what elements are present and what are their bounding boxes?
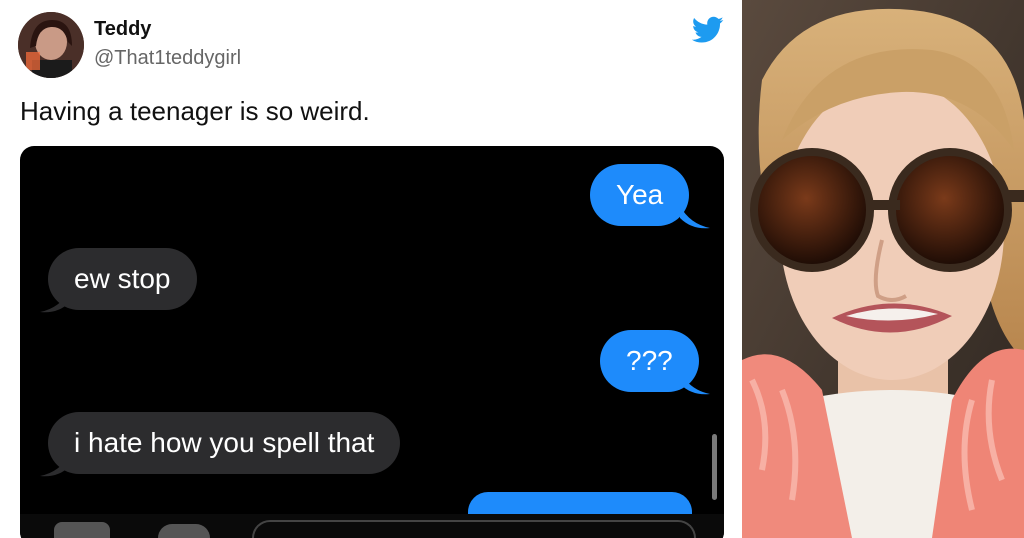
app-store-icon[interactable] [158,524,210,538]
bubble-tail [680,206,710,229]
message-text: ew stop [74,263,171,294]
message-bubble-incoming: i hate how you spell that [48,412,401,474]
scrollbar[interactable] [712,434,717,500]
imessage-screenshot: Yea ew stop ??? i hate how you spell tha… [20,146,724,538]
message-bubble-outgoing: Yea [590,164,690,226]
bubble-tail [40,290,70,313]
tweet-text: Having a teenager is so weird. [20,96,370,126]
author-handle[interactable]: @That1teddygirl [94,47,241,70]
twitter-bird-icon[interactable] [691,16,724,44]
message-input-bar [20,514,724,538]
bubble-tail [680,372,710,395]
message-bubble-incoming: ew stop [48,248,197,310]
tweet-card: Teddy @That1teddygirl Having a teenager … [0,0,738,538]
author-avatar[interactable] [18,12,84,78]
message-text: ??? [626,345,673,376]
reaction-photo [742,0,1024,538]
message-text: i hate how you spell that [74,427,375,458]
message-text: Yea [616,179,664,210]
author-name[interactable]: Teddy [94,18,151,41]
camera-icon[interactable] [54,522,110,538]
message-input-field[interactable] [252,520,696,538]
bubble-tail [40,454,70,477]
